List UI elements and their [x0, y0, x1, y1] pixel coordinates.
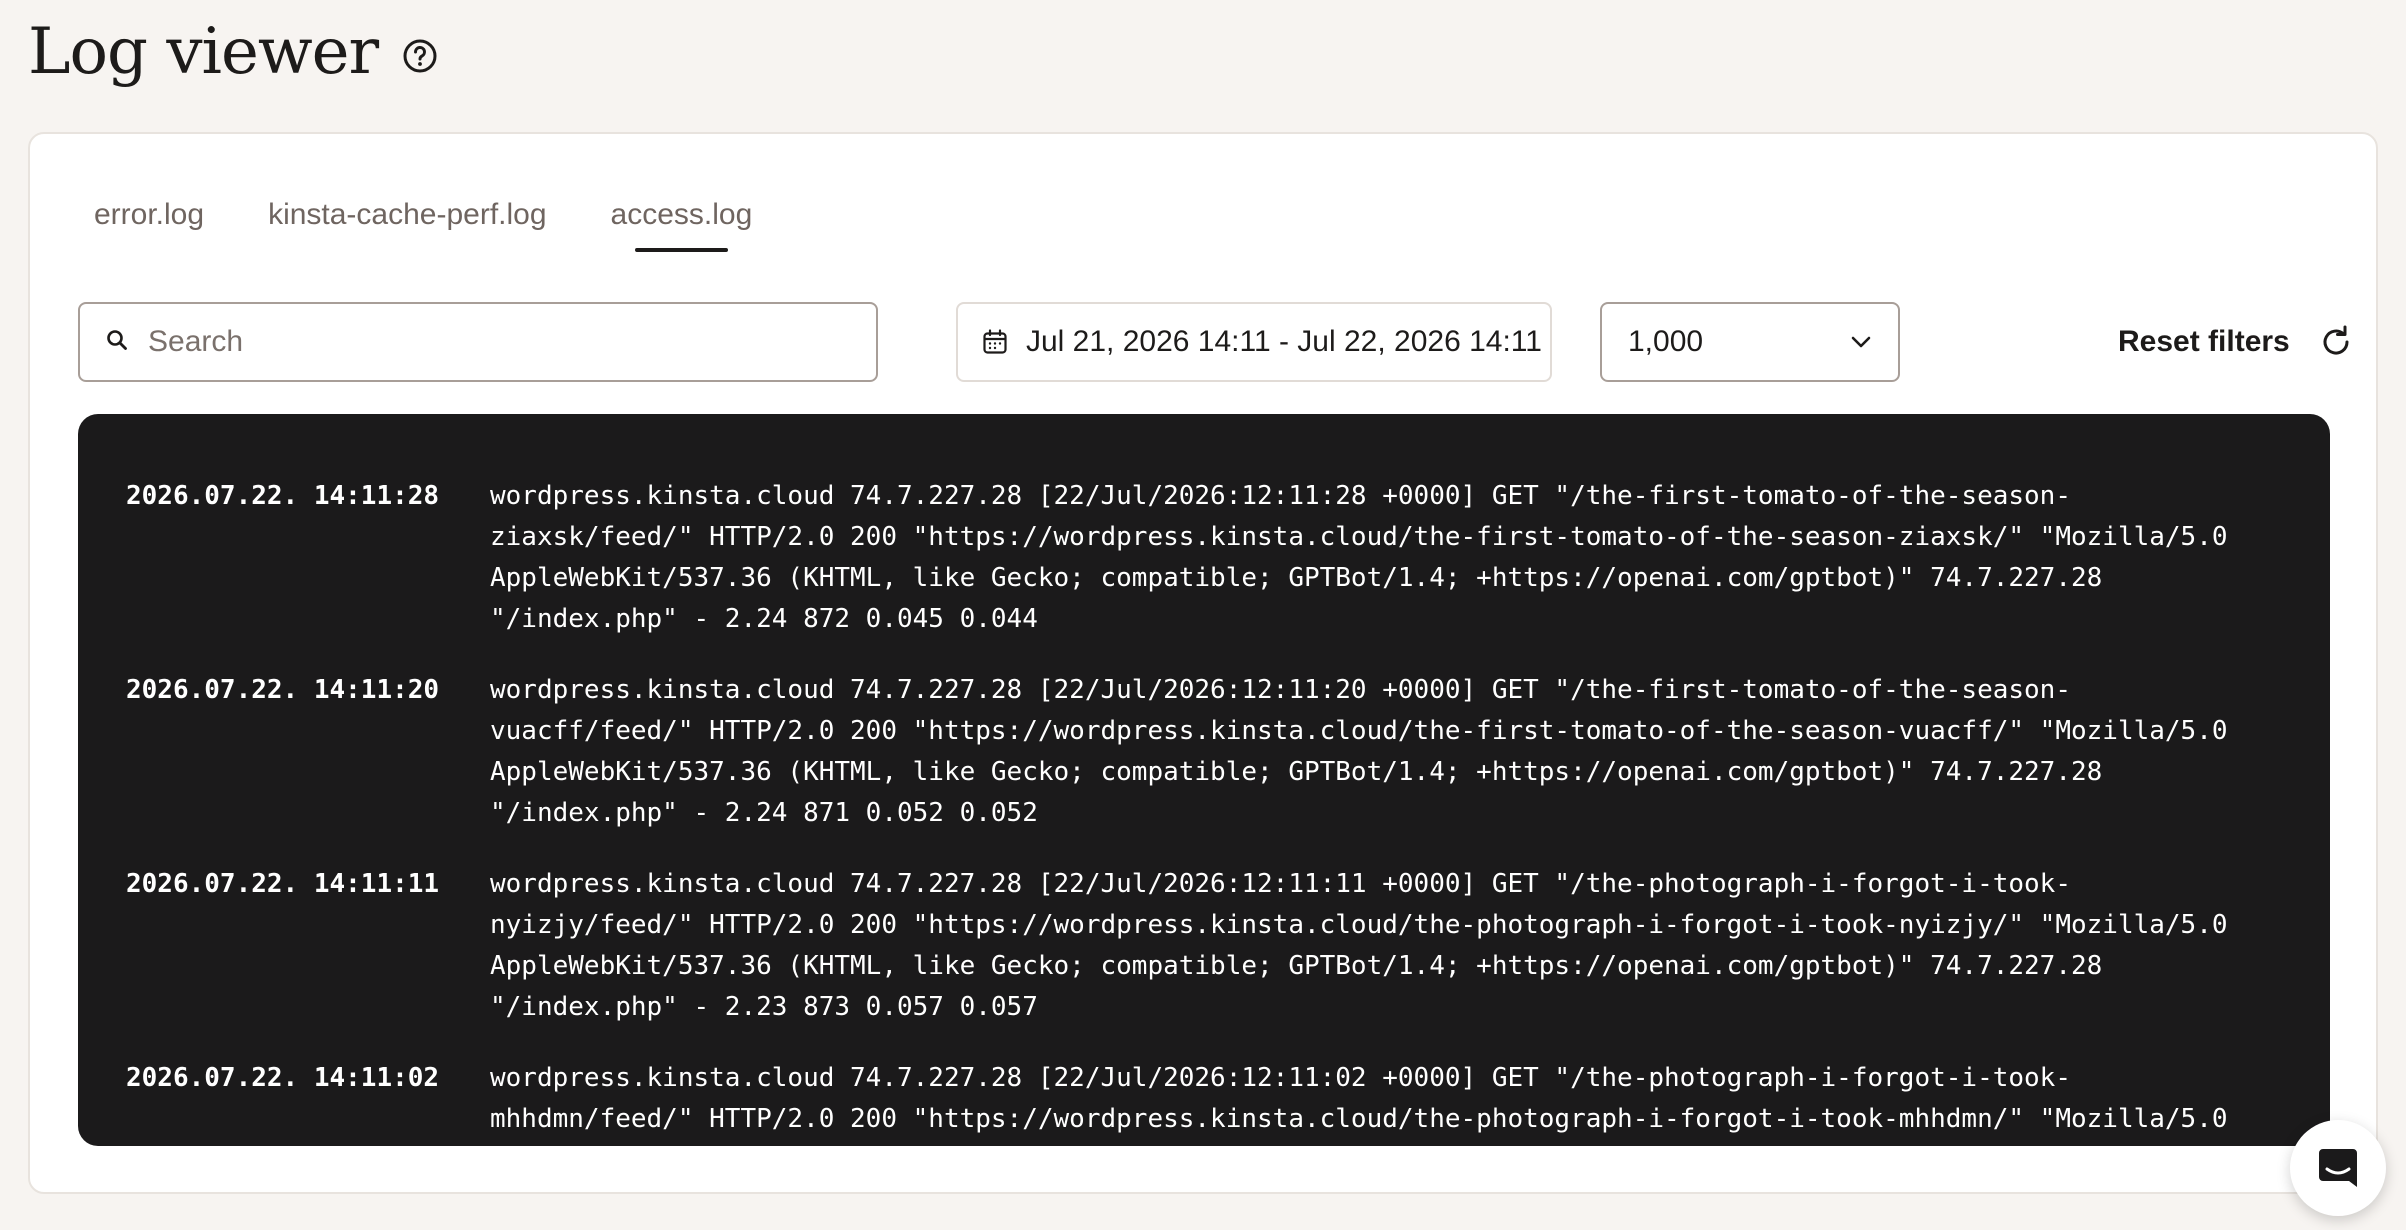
tab-access-log[interactable]: access.log: [611, 198, 752, 252]
log-viewer-page: Log viewer error.log kinsta-cache-perf.l…: [0, 0, 2406, 1230]
log-message: wordpress.kinsta.cloud 74.7.227.28 [22/J…: [490, 1063, 2228, 1134]
log-tabs: error.log kinsta-cache-perf.log access.l…: [94, 198, 816, 252]
log-card: error.log kinsta-cache-perf.log access.l…: [28, 132, 2378, 1194]
chat-launcher-button[interactable]: [2290, 1120, 2386, 1216]
chevron-down-icon: [1850, 335, 1872, 349]
log-message: wordpress.kinsta.cloud 74.7.227.28 [22/J…: [490, 675, 2228, 828]
date-range-picker[interactable]: Jul 21, 2026 14:11 - Jul 22, 2026 14:11: [956, 302, 1552, 382]
limit-value: 1,000: [1628, 325, 1704, 358]
filter-toolbar: Jul 21, 2026 14:11 - Jul 22, 2026 14:11 …: [78, 302, 2349, 382]
search-input[interactable]: [148, 325, 828, 359]
log-output-panel[interactable]: 2026.07.22. 14:11:28 wordpress.kinsta.cl…: [78, 414, 2330, 1146]
log-timestamp: 2026.07.22. 14:11:20: [126, 675, 440, 705]
search-box: [78, 302, 878, 382]
log-entry: 2026.07.22. 14:11:11 wordpress.kinsta.cl…: [78, 864, 2330, 1028]
date-range-value: Jul 21, 2026 14:11 - Jul 22, 2026 14:11: [1026, 325, 1542, 358]
chat-icon: [2315, 1145, 2361, 1191]
help-icon[interactable]: [400, 36, 440, 76]
refresh-icon[interactable]: [2316, 322, 2356, 362]
tab-error-log[interactable]: error.log: [94, 198, 204, 252]
log-timestamp: 2026.07.22. 14:11:11: [126, 869, 440, 899]
log-entry: 2026.07.22. 14:11:28 wordpress.kinsta.cl…: [78, 476, 2330, 640]
log-timestamp: 2026.07.22. 14:11:28: [126, 481, 440, 511]
reset-filters-button[interactable]: Reset filters: [2118, 302, 2290, 382]
log-entry: 2026.07.22. 14:11:02 wordpress.kinsta.cl…: [78, 1058, 2330, 1140]
log-entry: 2026.07.22. 14:11:20 wordpress.kinsta.cl…: [78, 670, 2330, 834]
limit-select[interactable]: 1,000: [1600, 302, 1900, 382]
log-message: wordpress.kinsta.cloud 74.7.227.28 [22/J…: [490, 481, 2228, 634]
log-message: wordpress.kinsta.cloud 74.7.227.28 [22/J…: [490, 869, 2228, 1022]
page-header: Log viewer: [28, 8, 440, 96]
search-icon: [106, 329, 128, 356]
log-timestamp: 2026.07.22. 14:11:02: [126, 1063, 440, 1093]
page-title: Log viewer: [28, 15, 379, 89]
tab-kinsta-cache-perf-log[interactable]: kinsta-cache-perf.log: [268, 198, 546, 252]
calendar-icon: [982, 329, 1008, 355]
